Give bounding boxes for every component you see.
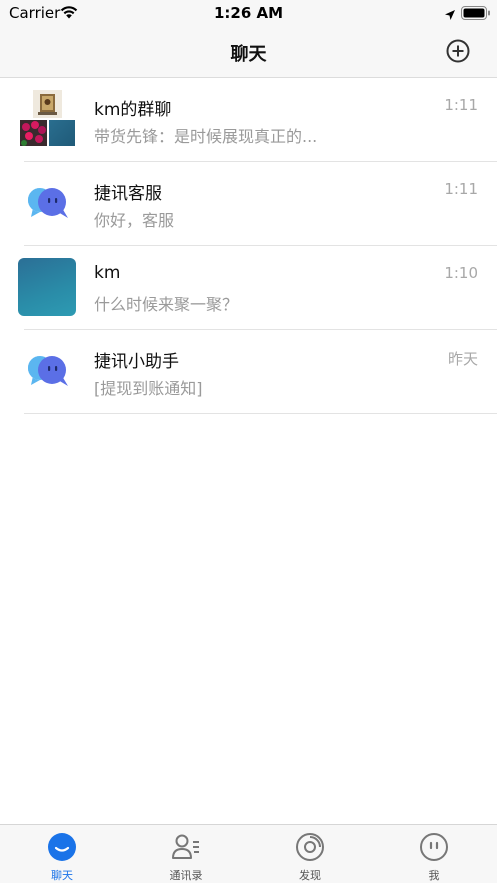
chat-name: 捷讯客服 xyxy=(94,184,162,204)
tab-label: 我 xyxy=(428,869,440,882)
page-title: 聊天 xyxy=(230,44,267,65)
chat-time: 昨天 xyxy=(447,350,478,368)
tab-contacts[interactable]: 通讯录 xyxy=(124,825,248,883)
status-bar: Carrier 1:26 AM xyxy=(0,0,497,26)
group-avatar-photo xyxy=(33,90,62,118)
chat-row-km-group[interactable]: km的群聊 带货先锋：是时候展现真正的... 1:11 xyxy=(0,78,497,162)
tab-label: 发现 xyxy=(299,869,321,882)
tab-label: 聊天 xyxy=(51,869,73,882)
chat-name: km xyxy=(94,263,121,283)
battery-icon xyxy=(461,5,491,24)
chat-row-assistant[interactable]: 捷讯小助手 [提现到账通知] 昨天 xyxy=(0,330,497,414)
avatar xyxy=(18,258,76,316)
plus-circle-icon[interactable] xyxy=(446,39,470,63)
group-avatar xyxy=(18,90,76,148)
chat-time: 1:10 xyxy=(444,264,478,282)
group-avatar-flowers xyxy=(20,120,47,146)
chat-name: km的群聊 xyxy=(94,100,172,120)
chat-time: 1:11 xyxy=(444,180,478,198)
chat-icon xyxy=(47,832,77,862)
navigation-bar: 聊天 xyxy=(0,26,497,78)
chat-time: 1:11 xyxy=(444,96,478,114)
chat-preview: 什么时候来聚一聚？ xyxy=(94,295,239,314)
contacts-icon xyxy=(171,832,201,862)
tab-discover[interactable]: 发现 xyxy=(248,825,372,883)
chat-row-km[interactable]: km 什么时候来聚一聚？ 1:10 xyxy=(0,246,497,330)
chat-bubbles-logo-icon xyxy=(18,174,76,232)
chat-preview: 带货先锋：是时候展现真正的... xyxy=(94,127,318,146)
chat-preview: [提现到账通知] xyxy=(94,379,203,398)
chat-bubbles-logo-icon xyxy=(18,342,76,400)
divider xyxy=(24,413,497,414)
profile-icon xyxy=(419,832,449,862)
location-arrow-icon xyxy=(444,6,456,25)
chat-name: 捷讯小助手 xyxy=(94,352,179,372)
tab-chat[interactable]: 聊天 xyxy=(0,825,124,883)
discover-icon xyxy=(295,832,325,862)
tab-bar: 聊天 通讯录 发现 我 xyxy=(0,824,497,883)
chat-row-customer-service[interactable]: 捷讯客服 你好，客服 1:11 xyxy=(0,162,497,246)
tab-profile[interactable]: 我 xyxy=(372,825,496,883)
clock: 1:26 AM xyxy=(213,4,284,22)
tab-label: 通讯录 xyxy=(169,869,203,882)
chat-preview: 你好，客服 xyxy=(94,211,175,230)
group-avatar-teal xyxy=(49,120,75,146)
chat-list: km的群聊 带货先锋：是时候展现真正的... 1:11 捷讯客服 你好，客服 1… xyxy=(0,78,497,414)
